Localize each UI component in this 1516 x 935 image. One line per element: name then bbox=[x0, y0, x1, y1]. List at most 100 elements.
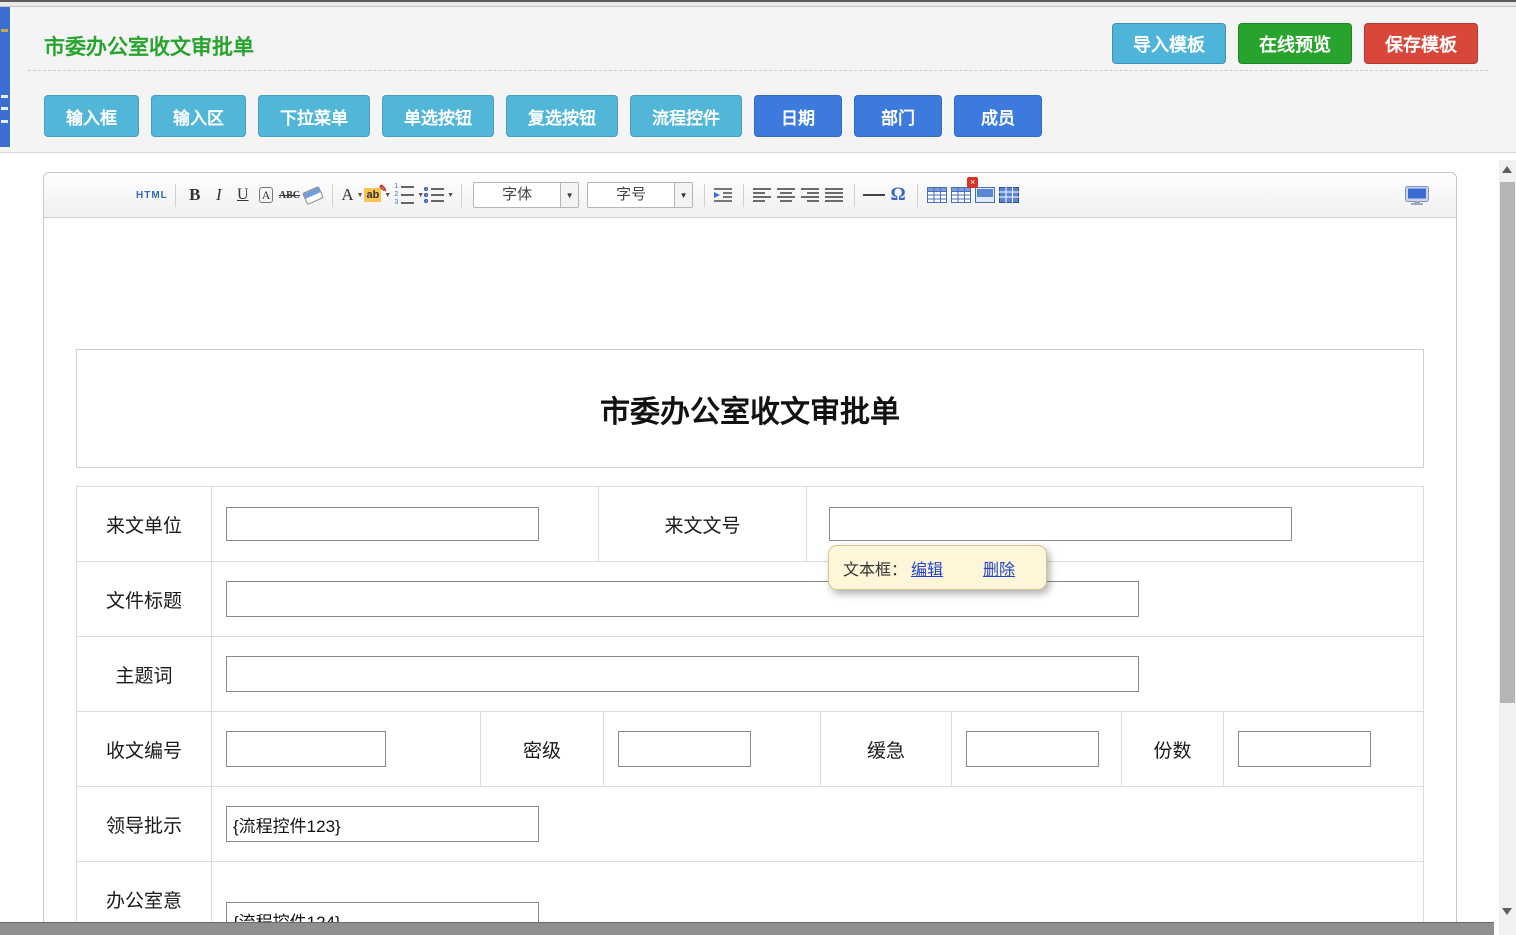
scrollbar-up-arrow-icon[interactable] bbox=[1502, 166, 1512, 173]
toolbar-separator bbox=[332, 184, 333, 207]
insert-table-icon bbox=[927, 187, 947, 203]
text-color-button[interactable]: A ▼ bbox=[340, 181, 364, 209]
editor-document-area[interactable]: 市委办公室收文审批单 来文单位 来文文号 文件标题 bbox=[44, 218, 1456, 935]
cell-file-title bbox=[212, 562, 1423, 636]
highlight-color-button[interactable]: ab✎ ▼ bbox=[364, 181, 391, 209]
department-button[interactable]: 部门 bbox=[854, 95, 942, 137]
eraser-icon bbox=[303, 185, 325, 204]
combo-arrow-icon[interactable]: ▼ bbox=[560, 183, 578, 207]
special-character-button[interactable]: Ω bbox=[886, 181, 910, 209]
toolbar-separator bbox=[704, 184, 705, 207]
font-style-box-icon[interactable]: A bbox=[259, 187, 274, 203]
toolbar-separator bbox=[743, 184, 744, 207]
left-fragment-mark bbox=[1, 95, 8, 98]
input-box-button[interactable]: 输入框 bbox=[44, 95, 139, 137]
delete-table-icon bbox=[951, 187, 971, 203]
align-justify-icon bbox=[825, 187, 845, 203]
cell-incoming-unit bbox=[212, 487, 599, 561]
cell-leader-instructions bbox=[212, 787, 1423, 861]
delete-table-button[interactable]: × bbox=[949, 181, 973, 209]
cell-properties-icon bbox=[999, 187, 1019, 203]
subject-words-input[interactable] bbox=[226, 656, 1139, 692]
header: 市委办公室收文审批单 导入模板 在线预览 保存模板 输入框 输入区 下拉菜单 单… bbox=[0, 7, 1516, 153]
flow-control-button[interactable]: 流程控件 bbox=[630, 95, 742, 137]
checkbox-button[interactable]: 复选按钮 bbox=[506, 95, 618, 137]
vertical-scrollbar[interactable] bbox=[1499, 160, 1516, 935]
table-row: 领导批示 bbox=[77, 787, 1423, 862]
security-level-input[interactable] bbox=[618, 731, 751, 767]
align-right-icon bbox=[801, 187, 821, 203]
input-area-button[interactable]: 输入区 bbox=[151, 95, 246, 137]
font-size-select[interactable]: 字号 ▼ bbox=[587, 182, 693, 208]
source-code-button[interactable]: HTML bbox=[136, 181, 168, 209]
monitor-icon bbox=[1404, 186, 1430, 205]
label-urgency: 缓急 bbox=[821, 712, 952, 786]
tooltip-label: 文本框： bbox=[843, 556, 907, 580]
left-window-fragment bbox=[0, 7, 10, 147]
remove-format-button[interactable] bbox=[301, 181, 325, 209]
numbered-list-button[interactable]: 1 2 3 ▼ bbox=[391, 181, 424, 209]
font-size-value: 字号 bbox=[588, 183, 674, 207]
edit-link[interactable]: 编辑 bbox=[911, 556, 943, 580]
align-left-button[interactable] bbox=[751, 181, 775, 209]
label-incoming-unit: 来文单位 bbox=[77, 487, 212, 561]
italic-button[interactable]: I bbox=[207, 181, 231, 209]
cell-receipt-no bbox=[212, 712, 481, 786]
combo-arrow-icon[interactable]: ▼ bbox=[674, 183, 692, 207]
pencil-icon: ✎ bbox=[379, 184, 387, 195]
highlight-icon: ab✎ bbox=[364, 188, 381, 202]
save-template-button[interactable]: 保存模板 bbox=[1364, 23, 1478, 64]
bold-button[interactable]: B bbox=[183, 181, 207, 209]
header-actions: 导入模板 在线预览 保存模板 bbox=[1112, 23, 1478, 64]
chevron-down-icon: ▼ bbox=[357, 192, 364, 199]
bullet-list-button[interactable]: ▼ bbox=[424, 181, 454, 209]
font-family-select[interactable]: 字体 ▼ bbox=[473, 182, 579, 208]
window-top-edge bbox=[0, 0, 1516, 7]
date-button[interactable]: 日期 bbox=[754, 95, 842, 137]
leader-instructions-input[interactable] bbox=[226, 806, 539, 842]
strikethrough-button[interactable]: ABC bbox=[277, 181, 301, 209]
control-tooltip: 文本框： 编辑 删除 bbox=[828, 545, 1047, 590]
table-row: 收文编号 密级 缓急 份数 bbox=[77, 712, 1423, 787]
insert-table-button[interactable] bbox=[925, 181, 949, 209]
horizontal-rule-icon bbox=[863, 194, 885, 196]
delete-link[interactable]: 删除 bbox=[983, 556, 1015, 580]
fullscreen-button[interactable] bbox=[1404, 181, 1430, 209]
table-properties-icon bbox=[975, 187, 995, 203]
label-leader-instructions: 领导批示 bbox=[77, 787, 212, 861]
copies-input[interactable] bbox=[1238, 731, 1371, 767]
member-button[interactable]: 成员 bbox=[954, 95, 1042, 137]
bottom-window-edge bbox=[0, 922, 1494, 935]
toolbar-separator bbox=[461, 184, 462, 207]
chevron-down-icon: ▼ bbox=[417, 192, 424, 199]
scrollbar-down-arrow-icon[interactable] bbox=[1502, 908, 1512, 915]
radio-button-button[interactable]: 单选按钮 bbox=[382, 95, 494, 137]
cell-properties-button[interactable] bbox=[997, 181, 1021, 209]
align-center-button[interactable] bbox=[775, 181, 799, 209]
incoming-doc-no-input[interactable] bbox=[829, 507, 1292, 541]
urgency-input[interactable] bbox=[966, 731, 1099, 767]
horizontal-rule-button[interactable] bbox=[862, 181, 886, 209]
incoming-unit-input[interactable] bbox=[226, 507, 539, 541]
label-incoming-doc-no: 来文文号 bbox=[599, 487, 807, 561]
receipt-no-input[interactable] bbox=[226, 731, 386, 767]
page-title: 市委办公室收文审批单 bbox=[44, 31, 254, 61]
online-preview-button[interactable]: 在线预览 bbox=[1238, 23, 1352, 64]
dropdown-menu-button[interactable]: 下拉菜单 bbox=[258, 95, 370, 137]
left-fragment-mark bbox=[1, 120, 8, 123]
align-right-button[interactable] bbox=[799, 181, 823, 209]
indent-button[interactable] bbox=[712, 181, 736, 209]
header-top-row: 市委办公室收文审批单 导入模板 在线预览 保存模板 bbox=[28, 7, 1488, 71]
document-title: 市委办公室收文审批单 bbox=[600, 387, 900, 431]
rich-text-editor: HTML B I U A ABC A ▼ ab✎ ▼ 1 2 3 ▼ bbox=[43, 172, 1457, 935]
document-title-block[interactable]: 市委办公室收文审批单 bbox=[76, 349, 1424, 468]
form-table: 来文单位 来文文号 文件标题 主题词 bbox=[76, 486, 1424, 935]
cell-copies bbox=[1224, 712, 1423, 786]
align-justify-button[interactable] bbox=[823, 181, 847, 209]
left-fragment-mark bbox=[1, 107, 8, 110]
editor-toolbar: HTML B I U A ABC A ▼ ab✎ ▼ 1 2 3 ▼ bbox=[44, 173, 1456, 218]
underline-button[interactable]: U bbox=[231, 181, 255, 209]
scrollbar-thumb[interactable] bbox=[1500, 182, 1515, 703]
import-template-button[interactable]: 导入模板 bbox=[1112, 23, 1226, 64]
table-row: 主题词 bbox=[77, 637, 1423, 712]
